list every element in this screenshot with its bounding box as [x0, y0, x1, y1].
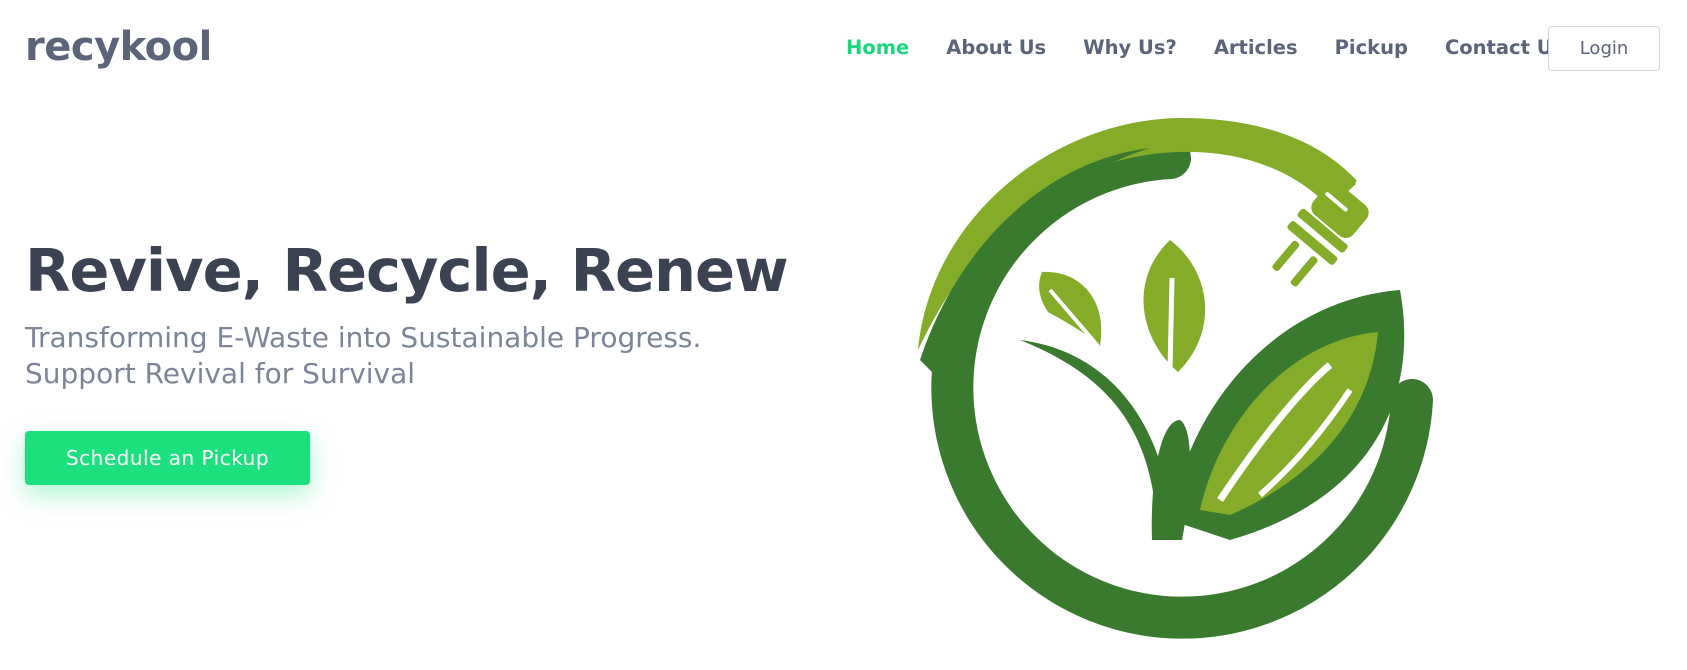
nav-item-why-us[interactable]: Why Us?: [1083, 36, 1177, 59]
eco-plug-leaf-icon: [918, 118, 1433, 639]
small-leaf: [1039, 271, 1102, 346]
center-leaf: [1143, 240, 1206, 372]
nav-item-home[interactable]: Home: [846, 36, 909, 59]
nav-item-articles[interactable]: Articles: [1214, 36, 1298, 59]
main-nav: Home About Us Why Us? Articles Pickup Co…: [846, 36, 1601, 59]
nav-item-pickup[interactable]: Pickup: [1335, 36, 1408, 59]
login-button[interactable]: Login: [1548, 26, 1660, 71]
hero-subtitle-line2: Support Revival for Survival: [25, 357, 416, 390]
nav-item-contact-us[interactable]: Contact Us: [1445, 36, 1564, 59]
nav-item-about-us[interactable]: About Us: [946, 36, 1046, 59]
center-leaf-vein: [1167, 277, 1175, 371]
landing-page: recykool Home About Us Why Us? Articles …: [0, 0, 1687, 670]
hero-title: Revive, Recycle, Renew: [25, 236, 789, 305]
hero-subtitle-line1: Transforming E-Waste into Sustainable Pr…: [25, 321, 702, 354]
hero-subtitle: Transforming E-Waste into Sustainable Pr…: [25, 320, 785, 392]
brand-logo-text[interactable]: recykool: [25, 24, 212, 70]
stem-left: [1020, 340, 1172, 540]
schedule-pickup-button[interactable]: Schedule an Pickup: [25, 431, 310, 485]
